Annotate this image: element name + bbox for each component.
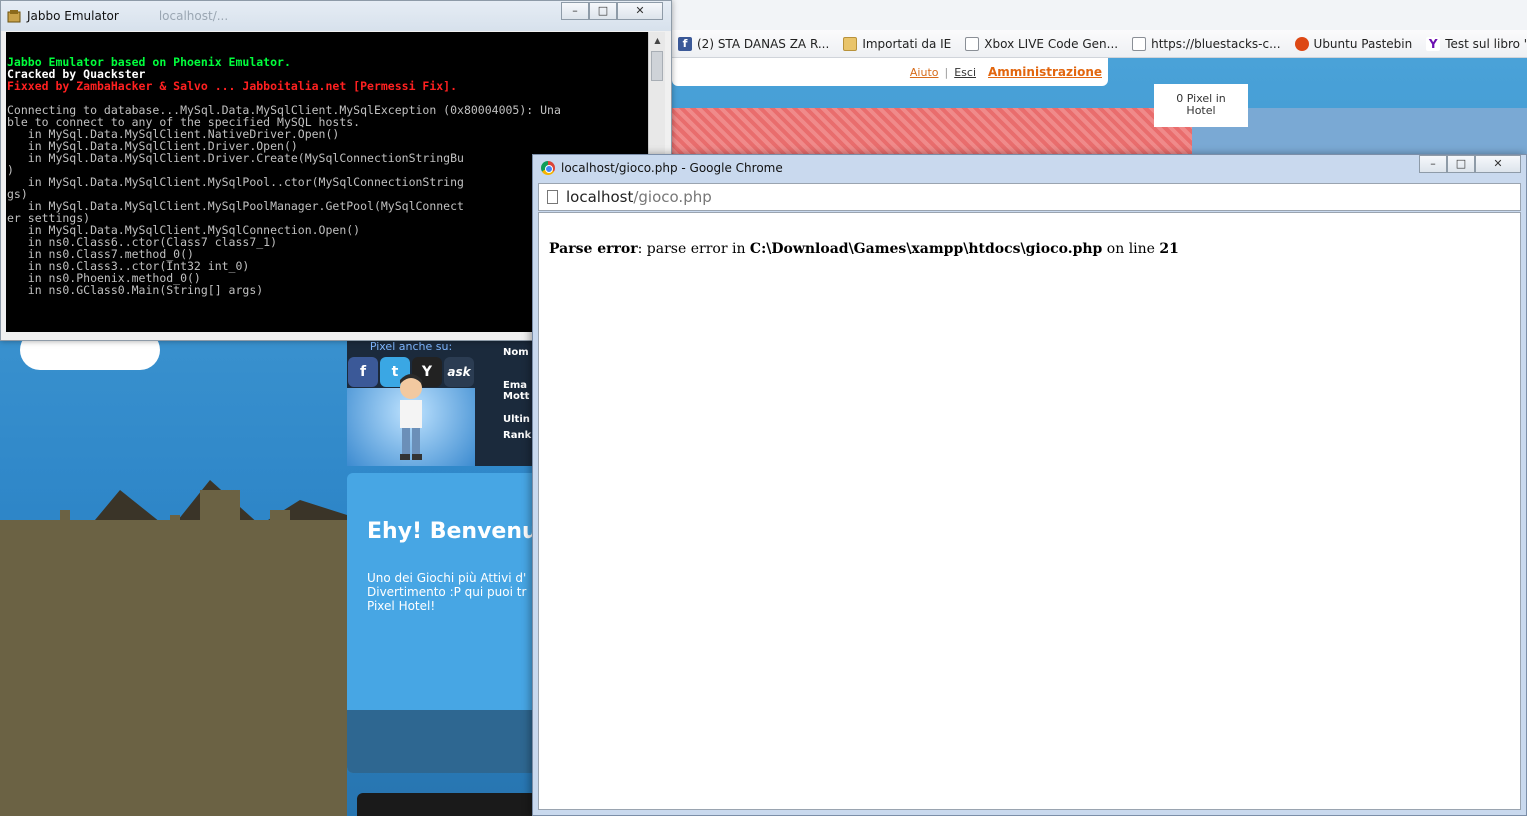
folder-icon (843, 36, 858, 51)
bookmark-label: https://bluestacks-c... (1151, 36, 1281, 51)
bookmark-label: Xbox LIVE Code Gen... (984, 36, 1119, 51)
welcome-title: Ehy! Benvenu (367, 519, 535, 544)
scrollbar-thumb[interactable] (651, 51, 663, 81)
hotel-top-menu: Aiuto | Esci Amministrazione (672, 58, 1108, 86)
admin-link[interactable]: Amministrazione (988, 65, 1102, 79)
ask-icon[interactable]: ask (444, 357, 474, 387)
profile-label: Mott (503, 391, 530, 402)
app-icon (7, 10, 21, 23)
maximize-button[interactable]: □ (1447, 155, 1475, 173)
city-skyline (0, 490, 347, 816)
scroll-up-icon[interactable]: ▲ (649, 32, 666, 49)
console-title: Jabbo Emulator (27, 9, 119, 23)
logout-link[interactable]: Esci (954, 66, 976, 79)
error-text: : parse error in (637, 241, 750, 257)
desktop: f (2) STA DANAS ZA R... Importati da IE X… (0, 0, 1527, 816)
close-button[interactable]: ✕ (617, 2, 663, 20)
ubuntu-icon (1294, 36, 1309, 51)
profile-label: Nom (503, 347, 529, 358)
welcome-panel-footer (347, 710, 537, 773)
welcome-text-line: Pixel Hotel! (367, 599, 436, 613)
profile-label: Rank (503, 430, 532, 441)
chrome-icon (541, 161, 555, 175)
bookmark-label: Importati da IE (862, 36, 952, 51)
console-line: Fixxed by ZambaHacker & Salvo ... Jabboi… (7, 79, 458, 93)
page-content: Parse error: parse error in C:\Download\… (538, 212, 1521, 810)
error-message: Parse error: parse error in C:\Download\… (549, 241, 1179, 257)
bookmark-item[interactable]: Y Test sul libro "Harry ... (1426, 36, 1527, 51)
room-floor (672, 108, 1192, 158)
avatar (400, 374, 422, 460)
page-icon (965, 36, 980, 51)
menu-separator: | (944, 65, 949, 79)
chrome-titlebar[interactable]: localhost/gioco.php - Google Chrome (533, 155, 1526, 181)
bookmark-item[interactable]: Ubuntu Pastebin (1294, 36, 1413, 51)
welcome-text-line: Uno dei Giochi più Attivi d' (367, 571, 527, 585)
pixel-counter: 0 Pixel in Hotel (1154, 84, 1248, 127)
welcome-text-line: Divertimento :P qui puoi tr (367, 585, 527, 599)
profile-label: Ultin (503, 414, 530, 425)
yahoo-icon: Y (1426, 36, 1441, 51)
page-icon (547, 190, 558, 204)
background-tab-label: localhost/... (158, 9, 229, 23)
chrome-title: localhost/gioco.php - Google Chrome (561, 161, 783, 175)
dark-footer (357, 793, 537, 816)
console-window-controls: – □ ✕ (561, 2, 663, 20)
pixel-location: Hotel (1186, 104, 1216, 117)
welcome-text: Uno dei Giochi più Attivi d' Divertiment… (367, 571, 535, 615)
chrome-window-controls: – □ ✕ (1419, 155, 1521, 173)
close-button[interactable]: ✕ (1475, 155, 1521, 173)
bookmark-label: Test sul libro "Harry ... (1445, 36, 1527, 51)
address-bar[interactable]: localhost/gioco.php (538, 183, 1521, 211)
minimize-button[interactable]: – (561, 2, 589, 20)
minimize-button[interactable]: – (1419, 155, 1447, 173)
error-label: Parse error (549, 241, 638, 257)
bookmark-item[interactable]: Xbox LIVE Code Gen... (965, 36, 1119, 51)
bookmark-label: (2) STA DANAS ZA R... (697, 36, 830, 51)
maximize-button[interactable]: □ (589, 2, 617, 20)
help-link[interactable]: Aiuto (910, 66, 939, 79)
facebook-icon: f (678, 36, 692, 51)
social-header: Pixel anche su: (369, 340, 453, 353)
bookmark-item[interactable]: Importati da IE (843, 36, 952, 51)
chrome-window: localhost/gioco.php - Google Chrome – □ … (532, 154, 1527, 816)
error-file: C:\Download\Games\xampp\htdocs\gioco.php (749, 241, 1103, 257)
error-line-number: 21 (1159, 241, 1179, 257)
bookmark-item[interactable]: https://bluestacks-c... (1132, 36, 1281, 51)
page-icon (1132, 36, 1147, 51)
address-path: /gioco.php (633, 188, 712, 206)
bookmarks-bar: f (2) STA DANAS ZA R... Importati da IE X… (672, 30, 1527, 58)
bookmark-label: Ubuntu Pastebin (1313, 36, 1413, 51)
address-host: localhost (566, 188, 634, 206)
bookmark-item[interactable]: f (2) STA DANAS ZA R... (678, 36, 830, 51)
error-line-text: on line (1102, 241, 1160, 257)
profile-label: Ema (503, 380, 527, 391)
facebook-icon[interactable]: f (348, 357, 378, 387)
